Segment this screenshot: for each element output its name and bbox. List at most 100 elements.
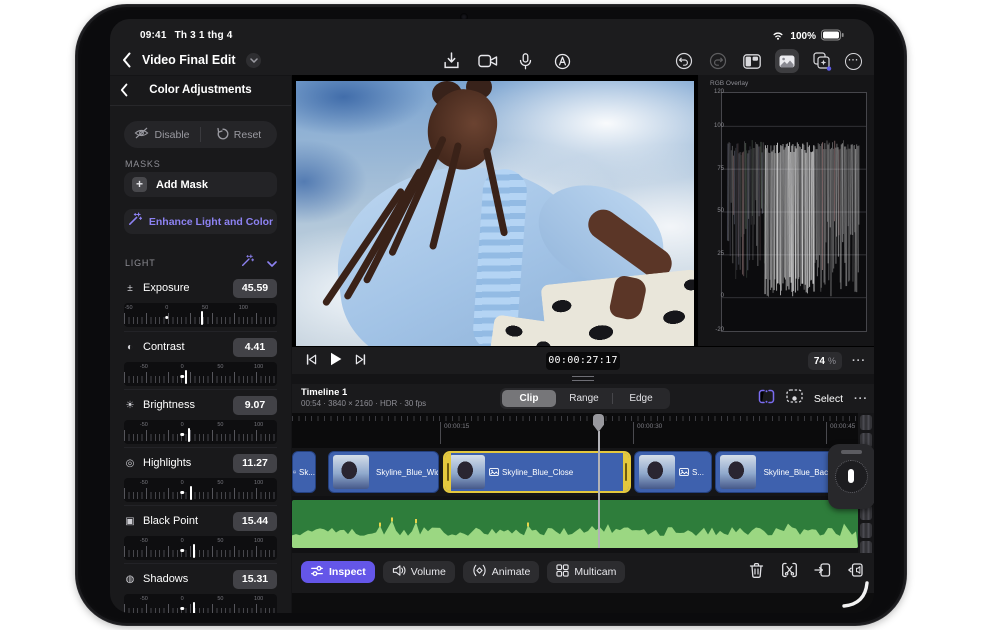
add-mask-button[interactable]: + Add Mask — [124, 172, 277, 197]
timeline-more-button[interactable]: ··· — [854, 393, 868, 405]
jog-wheel[interactable] — [828, 444, 874, 509]
slider-ruler[interactable]: -50050100 — [124, 594, 277, 613]
slider-contrast[interactable]: ◐Contrast4.41-50050100 — [124, 331, 277, 389]
slider-highlights[interactable]: ◎Highlights11.27-50050100 — [124, 447, 277, 505]
slider-exposure[interactable]: ±Exposure45.59-50050100 — [124, 273, 277, 331]
slider-cursor-handle[interactable] — [201, 311, 203, 325]
mode-clip[interactable]: Clip — [502, 390, 556, 407]
light-section-header[interactable]: LIGHT — [125, 254, 277, 271]
clip-trim-handle-right[interactable] — [623, 453, 629, 491]
select-tool-button[interactable]: Select — [814, 393, 843, 405]
screen: 09:41 Th 3 1 thg 4 100% Video Final Edit — [110, 19, 874, 613]
slider-ruler[interactable]: -50050100 — [124, 303, 277, 327]
next-frame-button[interactable] — [355, 352, 366, 370]
insert-clip-button[interactable] — [813, 561, 831, 579]
color-adjustments-panel: Color Adjustments Disable Reset MASKS + … — [110, 76, 291, 613]
panel-resize-handle[interactable] — [572, 376, 594, 381]
slider-cursor-handle[interactable] — [185, 370, 187, 384]
status-bar: 09:41 Th 3 1 thg 4 100% — [110, 29, 874, 47]
slider-value[interactable]: 15.44 — [233, 512, 277, 531]
detach-audio-button[interactable] — [846, 561, 864, 579]
inspect-button[interactable]: Inspect — [301, 561, 375, 583]
slider-cursor-handle[interactable] — [193, 544, 195, 558]
strip-block[interactable] — [860, 415, 872, 430]
slider-ruler[interactable]: -50050100 — [124, 420, 277, 444]
slider-black-point[interactable]: ▣Black Point15.44-50050100 — [124, 505, 277, 563]
timeline-clip[interactable]: Skyline_Blue_Wide — [328, 451, 439, 493]
previous-frame-button[interactable] — [306, 352, 317, 370]
project-menu-button[interactable] — [246, 53, 261, 68]
viewer-zoom-control[interactable]: 74 % — [808, 352, 842, 370]
timeline-clip[interactable]: S... — [634, 451, 712, 493]
slider-value[interactable]: 11.27 — [233, 454, 277, 473]
slider-ruler[interactable]: -50050100 — [124, 478, 277, 502]
audio-track[interactable] — [292, 500, 858, 548]
jog-wheel-handle[interactable] — [841, 450, 862, 454]
timeline-clip[interactable]: Sk... — [292, 451, 316, 493]
brightness-icon: ☀ — [124, 400, 136, 411]
strip-block[interactable] — [860, 523, 872, 538]
exposure-icon: ± — [124, 283, 136, 294]
animate-button[interactable]: Animate — [463, 561, 540, 583]
slider-brightness[interactable]: ☀Brightness9.07-50050100 — [124, 389, 277, 447]
auto-enhance-icon[interactable] — [241, 254, 254, 272]
slider-shadows[interactable]: ◍Shadows15.31-50050100 — [124, 563, 277, 613]
blade-button[interactable] — [780, 561, 798, 579]
slider-zero-dot — [180, 433, 184, 437]
slider-tick-label: 50 — [217, 538, 223, 544]
slider-value[interactable]: 4.41 — [233, 338, 277, 357]
inspect-icon — [310, 564, 324, 581]
annotate-button[interactable] — [551, 50, 573, 72]
more-options-button[interactable]: ··· — [845, 53, 862, 70]
collapse-chevron-icon[interactable] — [267, 254, 277, 272]
timeline-ruler[interactable]: 00:00:1500:00:3000:00:45 — [292, 413, 858, 448]
slider-cursor-handle[interactable] — [190, 486, 192, 500]
jog-wheel-dial[interactable] — [835, 460, 868, 493]
slider-value[interactable]: 15.31 — [233, 570, 277, 589]
mode-range[interactable]: Range — [557, 390, 611, 407]
enhance-light-color-button[interactable]: Enhance Light and Color — [124, 209, 277, 234]
microphone-button[interactable] — [514, 50, 536, 72]
timeline-clip[interactable]: Skyline_Blue_Close — [443, 451, 631, 493]
shadows-icon: ◍ — [124, 574, 136, 585]
add-mask-label: Add Mask — [156, 179, 208, 191]
slider-cursor-handle[interactable] — [193, 602, 195, 613]
timecode-display[interactable]: 00:00:27:17 — [546, 352, 620, 370]
clip-trim-handle-left[interactable] — [445, 453, 451, 491]
slider-tick-label: -50 — [140, 422, 148, 428]
camera-button[interactable] — [477, 50, 499, 72]
slider-label: Highlights — [143, 457, 226, 469]
enhance-label: Enhance Light and Color — [149, 216, 273, 228]
slider-value[interactable]: 9.07 — [233, 396, 277, 415]
photos-button[interactable] — [775, 49, 799, 73]
wifi-icon — [771, 29, 785, 44]
slider-cursor-handle[interactable] — [188, 428, 190, 442]
animate-label: Animate — [492, 566, 531, 578]
redo-button[interactable] — [707, 50, 729, 72]
snapping-toggle-icon[interactable] — [758, 389, 775, 409]
jog-wheel-toggle-icon[interactable] — [786, 389, 803, 408]
play-button[interactable] — [330, 352, 342, 371]
volume-button[interactable]: Volume — [383, 561, 455, 583]
slider-value[interactable]: 45.59 — [233, 279, 277, 298]
mode-edge[interactable]: Edge — [614, 390, 668, 407]
back-button[interactable] — [122, 52, 138, 70]
export-button[interactable] — [440, 50, 462, 72]
multicam-button[interactable]: Multicam — [547, 561, 625, 583]
viewer[interactable] — [292, 75, 698, 346]
media-browser-button[interactable] — [741, 50, 763, 72]
slider-tick-label: 100 — [239, 305, 248, 311]
effects-button[interactable] — [811, 50, 833, 72]
viewer-more-button[interactable]: ··· — [852, 355, 866, 367]
slider-tick-label: 0 — [165, 305, 168, 311]
slider-label: Black Point — [143, 515, 226, 527]
disable-button[interactable]: Disable — [124, 127, 200, 142]
slider-ruler[interactable]: -50050100 — [124, 536, 277, 560]
undo-button[interactable] — [673, 50, 695, 72]
volume-icon — [392, 564, 406, 580]
reset-button[interactable]: Reset — [201, 127, 277, 143]
delete-button[interactable] — [747, 561, 765, 579]
eye-slash-icon — [134, 127, 149, 142]
slider-ruler[interactable]: -50050100 — [124, 362, 277, 386]
panel-header: Color Adjustments — [110, 76, 291, 106]
